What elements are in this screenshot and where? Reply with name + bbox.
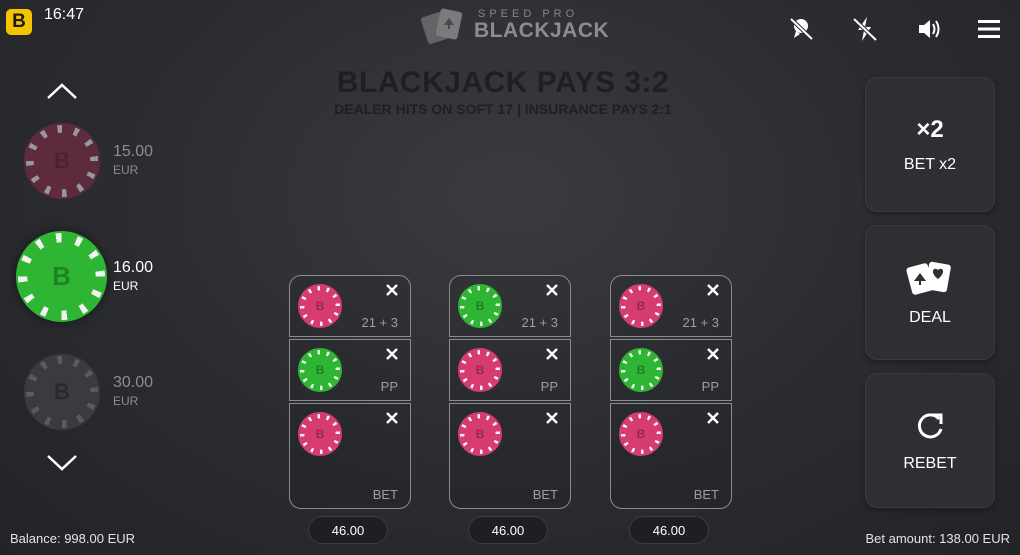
brand-cards-icon <box>420 8 463 44</box>
chip-stack: B <box>458 284 502 328</box>
seat-total: 46.00 <box>308 516 388 544</box>
rebet-label: REBET <box>903 454 957 472</box>
volume-button[interactable] <box>914 14 944 44</box>
table-subtitle: DEALER HITS ON SOFT 17 | INSURANCE PAYS … <box>334 101 672 117</box>
side-bet-perfect-pairs[interactable]: B PP <box>449 339 571 401</box>
deal-label: DEAL <box>909 308 951 326</box>
main-bet[interactable]: B BET <box>610 403 732 509</box>
side-bet-perfect-pairs[interactable]: B PP <box>289 339 411 401</box>
close-icon[interactable] <box>384 282 400 298</box>
close-icon[interactable] <box>384 410 400 426</box>
chat-toggle-button[interactable] <box>786 14 816 44</box>
chip-option-15[interactable]: B <box>24 123 100 199</box>
chip-stack: B <box>298 284 342 328</box>
main-bet-label: BET <box>693 487 719 502</box>
chip-letter: B <box>54 379 70 404</box>
chip-letter: B <box>52 261 71 291</box>
status-time: 16:47 <box>44 6 85 23</box>
speed-toggle-button[interactable] <box>850 14 880 44</box>
pair-bet-label: PP <box>701 379 719 394</box>
chip-value-16: 16.00 EUR <box>113 259 154 293</box>
double-icon: ×2 <box>916 115 944 143</box>
app-logo: B <box>6 9 32 35</box>
seat-total: 46.00 <box>468 516 548 544</box>
double-bet-label: BET x2 <box>903 155 957 173</box>
chip-stack: B <box>619 284 663 328</box>
close-icon[interactable] <box>544 410 560 426</box>
double-bet-button[interactable]: ×2 BET x2 <box>865 77 995 212</box>
side-bet-perfect-pairs[interactable]: B PP <box>610 339 732 401</box>
balance-text: Balance: 998.00 EUR <box>10 531 136 546</box>
chip-scroll-up-button[interactable] <box>45 80 79 102</box>
close-icon[interactable] <box>544 346 560 362</box>
main-bet[interactable]: B BET <box>449 403 571 509</box>
pair-bet-label: PP <box>380 379 398 394</box>
side-bet-21-3[interactable]: B 21 + 3 <box>449 275 571 337</box>
side-bet-21-3[interactable]: B 21 + 3 <box>289 275 411 337</box>
chip-value-15: 15.00 EUR <box>113 143 154 177</box>
chip-option-30[interactable]: B <box>24 354 100 430</box>
chip-value-30: 30.00 EUR <box>113 374 154 408</box>
side-bet-label: 21 + 3 <box>521 315 558 330</box>
pair-bet-label: PP <box>540 379 558 394</box>
brand-line2: BLACKJACK <box>474 19 610 42</box>
chip-stack: B <box>298 412 342 456</box>
volume-icon <box>919 20 940 38</box>
deal-button[interactable]: DEAL <box>865 225 995 360</box>
main-bet-label: BET <box>532 487 558 502</box>
rebet-icon <box>917 412 943 438</box>
close-icon[interactable] <box>705 410 721 426</box>
main-bet-label: BET <box>372 487 398 502</box>
chip-scroll-down-button[interactable] <box>45 452 79 474</box>
chip-stack: B <box>298 348 342 392</box>
side-bet-label: 21 + 3 <box>361 315 398 330</box>
rebet-button[interactable]: REBET <box>865 373 995 508</box>
side-bet-label: 21 + 3 <box>682 315 719 330</box>
chip-stack: B <box>619 348 663 392</box>
seat-total: 46.00 <box>629 516 709 544</box>
chip-stack: B <box>458 348 502 392</box>
cards-icon <box>906 261 951 295</box>
bet-amount-text: Bet amount: 138.00 EUR <box>865 531 1010 546</box>
menu-icon <box>978 20 1000 38</box>
chip-option-16-selected[interactable]: B <box>16 231 107 322</box>
close-icon[interactable] <box>705 346 721 362</box>
chevron-down-icon <box>47 455 77 471</box>
side-bet-21-3[interactable]: B 21 + 3 <box>610 275 732 337</box>
chip-letter: B <box>54 148 70 173</box>
menu-button[interactable] <box>974 14 1004 44</box>
chip-stack: B <box>619 412 663 456</box>
chip-stack: B <box>458 412 502 456</box>
close-icon[interactable] <box>705 282 721 298</box>
main-bet[interactable]: B BET <box>289 403 411 509</box>
table-title: BLACKJACK PAYS 3:2 <box>336 66 670 99</box>
no-bolt-icon <box>852 17 878 42</box>
no-chat-icon <box>789 17 814 41</box>
chevron-up-icon <box>47 83 77 99</box>
close-icon[interactable] <box>544 282 560 298</box>
close-icon[interactable] <box>384 346 400 362</box>
brand-logo: SPEED PRO BLACKJACK <box>420 6 609 44</box>
